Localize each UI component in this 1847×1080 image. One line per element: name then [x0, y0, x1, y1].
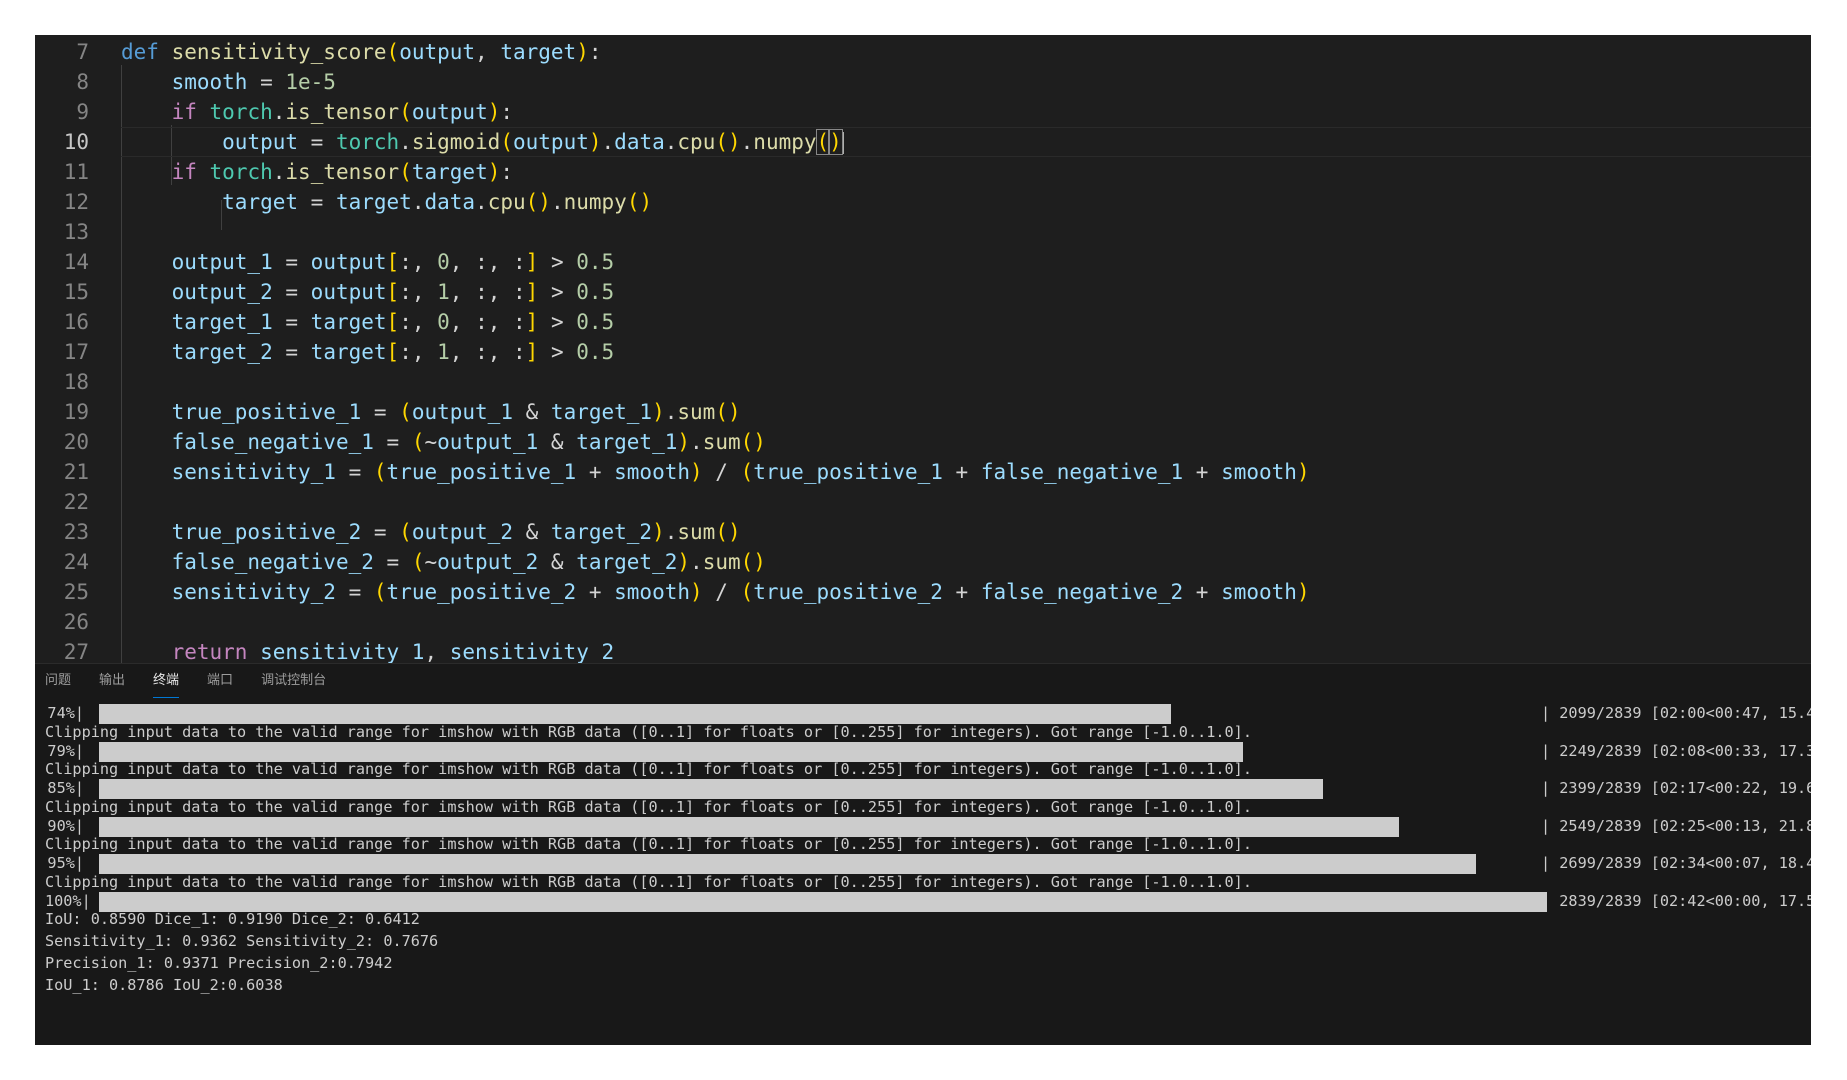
line-number: 27 — [63, 640, 89, 663]
panel-tab[interactable]: 问题 — [45, 664, 85, 700]
code-line[interactable]: 10 output = torch.sigmoid(output).data.c… — [35, 127, 1811, 157]
code-line[interactable]: 9 if torch.is_tensor(output): — [35, 97, 1811, 127]
code-text: sensitivity_2 = (true_positive_2 + smoot… — [171, 580, 1310, 604]
code-line[interactable]: 17 target_2 = target[:, 1, :, :] > 0.5 — [35, 337, 1811, 367]
code-line[interactable]: 22 — [35, 487, 1811, 517]
code-line[interactable]: 21 sensitivity_1 = (true_positive_1 + sm… — [35, 457, 1811, 487]
code-text: output_1 = output[:, 0, :, :] > 0.5 — [171, 250, 615, 274]
code-line[interactable]: 25 sensitivity_2 = (true_positive_2 + sm… — [35, 577, 1811, 607]
line-number: 12 — [63, 190, 89, 214]
code-line[interactable]: 7 def sensitivity_score(output, target): — [35, 37, 1811, 67]
result-line: Precision_1: 0.9371 Precision_2:0.7942 — [45, 954, 393, 973]
panel-tab[interactable]: 调试控制台 — [261, 664, 340, 700]
code-text: target = target.data.cpu().numpy() — [222, 190, 653, 214]
line-number: 10 — [63, 130, 89, 154]
code-line[interactable]: 12 target = target.data.cpu().numpy() — [35, 187, 1811, 217]
line-number: 17 — [63, 340, 89, 364]
panel-tab[interactable]: 输出 — [99, 664, 139, 700]
code-line[interactable]: 13 — [35, 217, 1811, 247]
code-line[interactable]: 27 return sensitivity_1, sensitivity_2 — [35, 637, 1811, 663]
line-number: 26 — [63, 610, 89, 634]
code-line[interactable]: 26 — [35, 607, 1811, 637]
code-line[interactable]: 18 — [35, 367, 1811, 397]
code-line[interactable]: 19 true_positive_1 = (output_1 & target_… — [35, 397, 1811, 427]
line-number: 18 — [63, 370, 89, 394]
code-text: if torch.is_tensor(output): — [171, 100, 514, 124]
code-text: def sensitivity_score(output, target): — [121, 40, 602, 64]
code-text: output_2 = output[:, 1, :, :] > 0.5 — [171, 280, 615, 304]
line-number: 14 — [63, 250, 89, 274]
line-number: 7 — [76, 40, 89, 64]
code-line[interactable]: 20 false_negative_1 = (~output_1 & targe… — [35, 427, 1811, 457]
code-line[interactable]: 24 false_negative_2 = (~output_2 & targe… — [35, 547, 1811, 577]
code-text: output = torch.sigmoid(output).data.cpu(… — [222, 129, 844, 155]
line-number: 9 — [76, 100, 89, 124]
result-line: IoU: 0.8590 Dice_1: 0.9190 Dice_2: 0.641… — [45, 910, 420, 929]
panel-tabs: 问题 输出 终端 端口 调试控制台 — [45, 664, 354, 700]
line-number: 23 — [63, 520, 89, 544]
code-line[interactable]: 15 output_2 = output[:, 1, :, :] > 0.5 — [35, 277, 1811, 307]
result-line: IoU_1: 0.8786 IoU_2:0.6038 — [45, 976, 283, 995]
line-number: 15 — [63, 280, 89, 304]
bottom-panel: 问题 输出 终端 端口 调试控制台 74%| | 2099/2839 [02:00<00:… — [35, 663, 1811, 1045]
vscode-window: 7 def sensitivity_score(output, target): 8… — [35, 35, 1811, 1045]
panel-tab[interactable]: 终端 — [153, 664, 193, 700]
line-number: 21 — [63, 460, 89, 484]
code-text: return sensitivity_1, sensitivity_2 — [171, 640, 615, 663]
code-text: smooth = 1e-5 — [171, 70, 336, 94]
line-number: 22 — [63, 490, 89, 514]
code-line[interactable]: 16 target_1 = target[:, 0, :, :] > 0.5 — [35, 307, 1811, 337]
code-line[interactable]: 8 smooth = 1e-5 — [35, 67, 1811, 97]
line-number: 16 — [63, 310, 89, 334]
code-text: target_1 = target[:, 0, :, :] > 0.5 — [171, 310, 615, 334]
result-line: Sensitivity_1: 0.9362 Sensitivity_2: 0.7… — [45, 932, 439, 951]
code-text: false_negative_1 = (~output_1 & target_1… — [171, 430, 766, 454]
line-number: 24 — [63, 550, 89, 574]
code-text: if torch.is_tensor(target): — [171, 160, 514, 184]
line-number: 19 — [63, 400, 89, 424]
code-text: true_positive_1 = (output_1 & target_1).… — [171, 400, 741, 424]
line-number: 13 — [63, 220, 89, 244]
line-number: 8 — [76, 70, 89, 94]
line-number: 11 — [63, 160, 89, 184]
code-text: sensitivity_1 = (true_positive_1 + smoot… — [171, 460, 1310, 484]
code-editor[interactable]: 7 def sensitivity_score(output, target): 8… — [35, 35, 1811, 663]
panel-tab[interactable]: 端口 — [207, 664, 247, 700]
code-line[interactable]: 23 true_positive_2 = (output_2 & target_… — [35, 517, 1811, 547]
line-number: 25 — [63, 580, 89, 604]
code-line[interactable]: 14 output_1 = output[:, 0, :, :] > 0.5 — [35, 247, 1811, 277]
line-number: 20 — [63, 430, 89, 454]
code-text: false_negative_2 = (~output_2 & target_2… — [171, 550, 766, 574]
code-text: true_positive_2 = (output_2 & target_2).… — [171, 520, 741, 544]
code-text: target_2 = target[:, 1, :, :] > 0.5 — [171, 340, 615, 364]
code-line[interactable]: 11 if torch.is_tensor(target): — [35, 157, 1811, 187]
